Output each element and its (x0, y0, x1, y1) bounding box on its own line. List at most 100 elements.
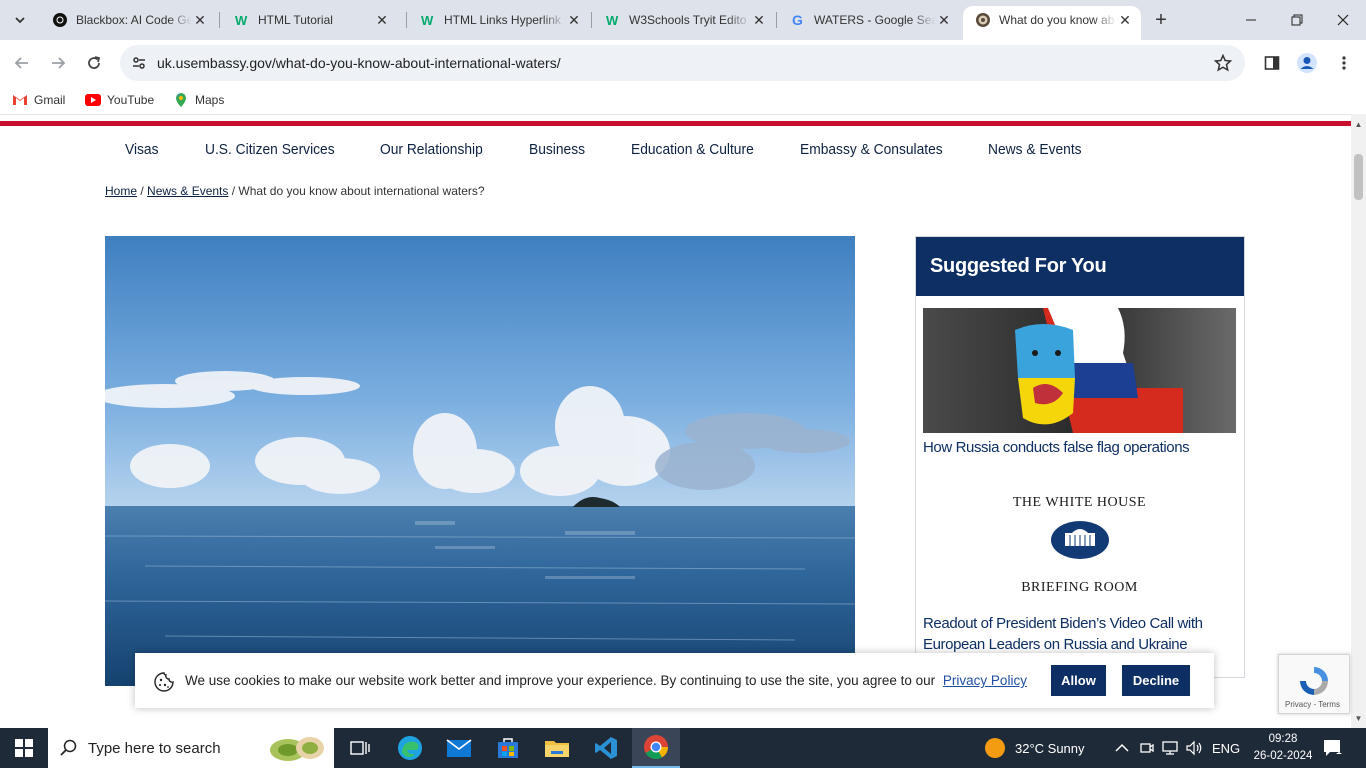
notification-count: 1 (1336, 746, 1342, 757)
edge-app[interactable] (386, 728, 434, 768)
chrome-app[interactable] (632, 728, 680, 768)
recaptcha-icon (1300, 667, 1328, 695)
minimize-button[interactable] (1228, 0, 1274, 40)
tab-title: HTML Tutorial (258, 13, 333, 27)
maps-icon (173, 92, 189, 108)
weather-widget[interactable]: 32°C Sunny (984, 728, 1085, 768)
suggested-sidebar: Suggested For You How Russia conducts fa… (915, 236, 1245, 678)
privacy-policy-link[interactable]: Privacy Policy (943, 673, 1027, 688)
header-accent-bar (0, 121, 1351, 126)
store-app[interactable] (484, 728, 532, 768)
show-hidden-icons[interactable] (1115, 728, 1129, 768)
blackbox-icon (52, 12, 68, 28)
recaptcha-badge[interactable]: Privacy - Terms (1278, 654, 1350, 714)
google-icon: G (790, 12, 806, 28)
chrome-icon (644, 735, 668, 760)
article-link-false-flag[interactable]: How Russia conducts false flag operation… (923, 437, 1190, 458)
tab-separator (406, 12, 407, 28)
tab-search-button[interactable] (8, 8, 32, 32)
close-tab-icon[interactable]: ✕ (936, 12, 952, 28)
kebab-menu-icon (1342, 56, 1346, 70)
tab-title: What do you know ab (999, 13, 1115, 27)
close-tab-icon[interactable]: ✕ (192, 12, 208, 28)
close-icon (1337, 14, 1349, 26)
tray-volume[interactable] (1186, 728, 1204, 768)
close-tab-icon[interactable]: ✕ (751, 12, 767, 28)
address-bar[interactable]: uk.usembassy.gov/what-do-you-know-about-… (120, 45, 1245, 81)
white-house-briefing-image[interactable]: THE WHITE HOUSE BRIEFING ROOM (923, 487, 1236, 602)
nav-education-culture[interactable]: Education & Culture (631, 141, 754, 158)
site-info-icon[interactable] (128, 52, 150, 74)
nav-business[interactable]: Business (529, 141, 585, 158)
scrollbar-thumb[interactable] (1354, 154, 1363, 200)
url-text: uk.usembassy.gov/what-do-you-know-about-… (157, 55, 561, 71)
white-house-title: THE WHITE HOUSE (1012, 495, 1147, 510)
page-viewport: Visas U.S. Citizen Services Our Relation… (0, 114, 1351, 728)
nav-news-events[interactable]: News & Events (988, 141, 1082, 158)
back-button[interactable] (7, 48, 37, 78)
false-flag-image[interactable] (923, 308, 1236, 433)
tray-meet-now[interactable] (1140, 728, 1154, 768)
file-explorer-app[interactable] (533, 728, 581, 768)
mail-app[interactable] (435, 728, 483, 768)
article-link-biden-call[interactable]: Readout of President Biden’s Video Call … (923, 613, 1223, 655)
nav-citizen-services[interactable]: U.S. Citizen Services (205, 141, 335, 158)
task-view-button[interactable] (336, 728, 384, 768)
menu-button[interactable] (1329, 48, 1359, 78)
recaptcha-terms[interactable]: Privacy - Terms (1285, 700, 1340, 709)
page-scrollbar[interactable]: ▲ ▼ (1351, 114, 1366, 728)
search-placeholder: Type here to search (88, 740, 221, 757)
bookmark-maps[interactable]: Maps (173, 90, 224, 110)
close-tab-icon[interactable]: ✕ (1117, 12, 1133, 28)
nav-our-relationship[interactable]: Our Relationship (380, 141, 483, 158)
bookmark-star-icon[interactable] (1213, 53, 1233, 73)
language-indicator[interactable]: ENG (1212, 728, 1240, 768)
bookmark-gmail[interactable]: Gmail (12, 90, 65, 110)
taskbar-search[interactable]: Type here to search (48, 728, 334, 768)
bookmark-label: YouTube (107, 93, 155, 107)
allow-cookies-button[interactable]: Allow (1051, 665, 1106, 696)
close-window-button[interactable] (1320, 0, 1366, 40)
tab-embassy-active[interactable]: What do you know ab ✕ (963, 6, 1141, 40)
reload-button[interactable] (79, 48, 109, 78)
new-tab-button[interactable]: + (1150, 9, 1172, 31)
side-panel-button[interactable] (1257, 48, 1287, 78)
forward-button[interactable] (43, 48, 73, 78)
side-panel-icon (1264, 56, 1280, 70)
breadcrumb-home-link[interactable]: Home (105, 184, 137, 198)
vscode-app[interactable] (582, 728, 630, 768)
svg-text:W: W (421, 13, 434, 28)
reload-icon (88, 56, 101, 69)
decline-cookies-button[interactable]: Decline (1122, 665, 1190, 696)
svg-text:W: W (606, 13, 619, 28)
tab-blackbox[interactable]: Blackbox: AI Code Ge ✕ (40, 6, 216, 34)
tab-separator (219, 12, 220, 28)
tab-strip: Blackbox: AI Code Ge ✕ W HTML Tutorial ✕… (0, 0, 1366, 40)
w3schools-icon: W (605, 12, 621, 28)
start-button[interactable] (0, 728, 48, 768)
close-tab-icon[interactable]: ✕ (566, 12, 582, 28)
nav-embassy-consulates[interactable]: Embassy & Consulates (800, 141, 943, 158)
nav-visas[interactable]: Visas (125, 141, 159, 158)
tab-separator (776, 12, 777, 28)
w3schools-icon: W (420, 12, 436, 28)
tab-html-links[interactable]: W HTML Links Hyperlink ✕ (408, 6, 590, 34)
folder-icon (545, 741, 569, 757)
chevron-up-icon (1115, 743, 1129, 752)
restore-button[interactable] (1274, 0, 1320, 40)
scroll-up-arrow-icon[interactable]: ▲ (1354, 120, 1363, 129)
tab-google-search[interactable]: G WATERS - Google Sea ✕ (778, 6, 960, 34)
breadcrumb-news-link[interactable]: News & Events (147, 184, 228, 198)
tab-tryit-editor[interactable]: W W3Schools Tryit Edito ✕ (593, 6, 775, 34)
cookie-message: We use cookies to make our website work … (185, 673, 1027, 688)
close-tab-icon[interactable]: ✕ (374, 12, 390, 28)
tab-html-tutorial[interactable]: W HTML Tutorial ✕ (222, 6, 398, 34)
tray-network[interactable] (1162, 728, 1180, 768)
profile-button[interactable] (1292, 48, 1322, 78)
bookmark-youtube[interactable]: YouTube (85, 90, 154, 110)
restore-icon (1291, 14, 1303, 26)
clock[interactable]: 09:28 26-02-2024 (1248, 731, 1318, 765)
windows-taskbar: Type here to search 32°C Sunny ENG 09:28… (0, 728, 1366, 768)
scroll-down-arrow-icon[interactable]: ▼ (1354, 714, 1363, 723)
notifications-button[interactable]: 1 (1322, 738, 1344, 758)
